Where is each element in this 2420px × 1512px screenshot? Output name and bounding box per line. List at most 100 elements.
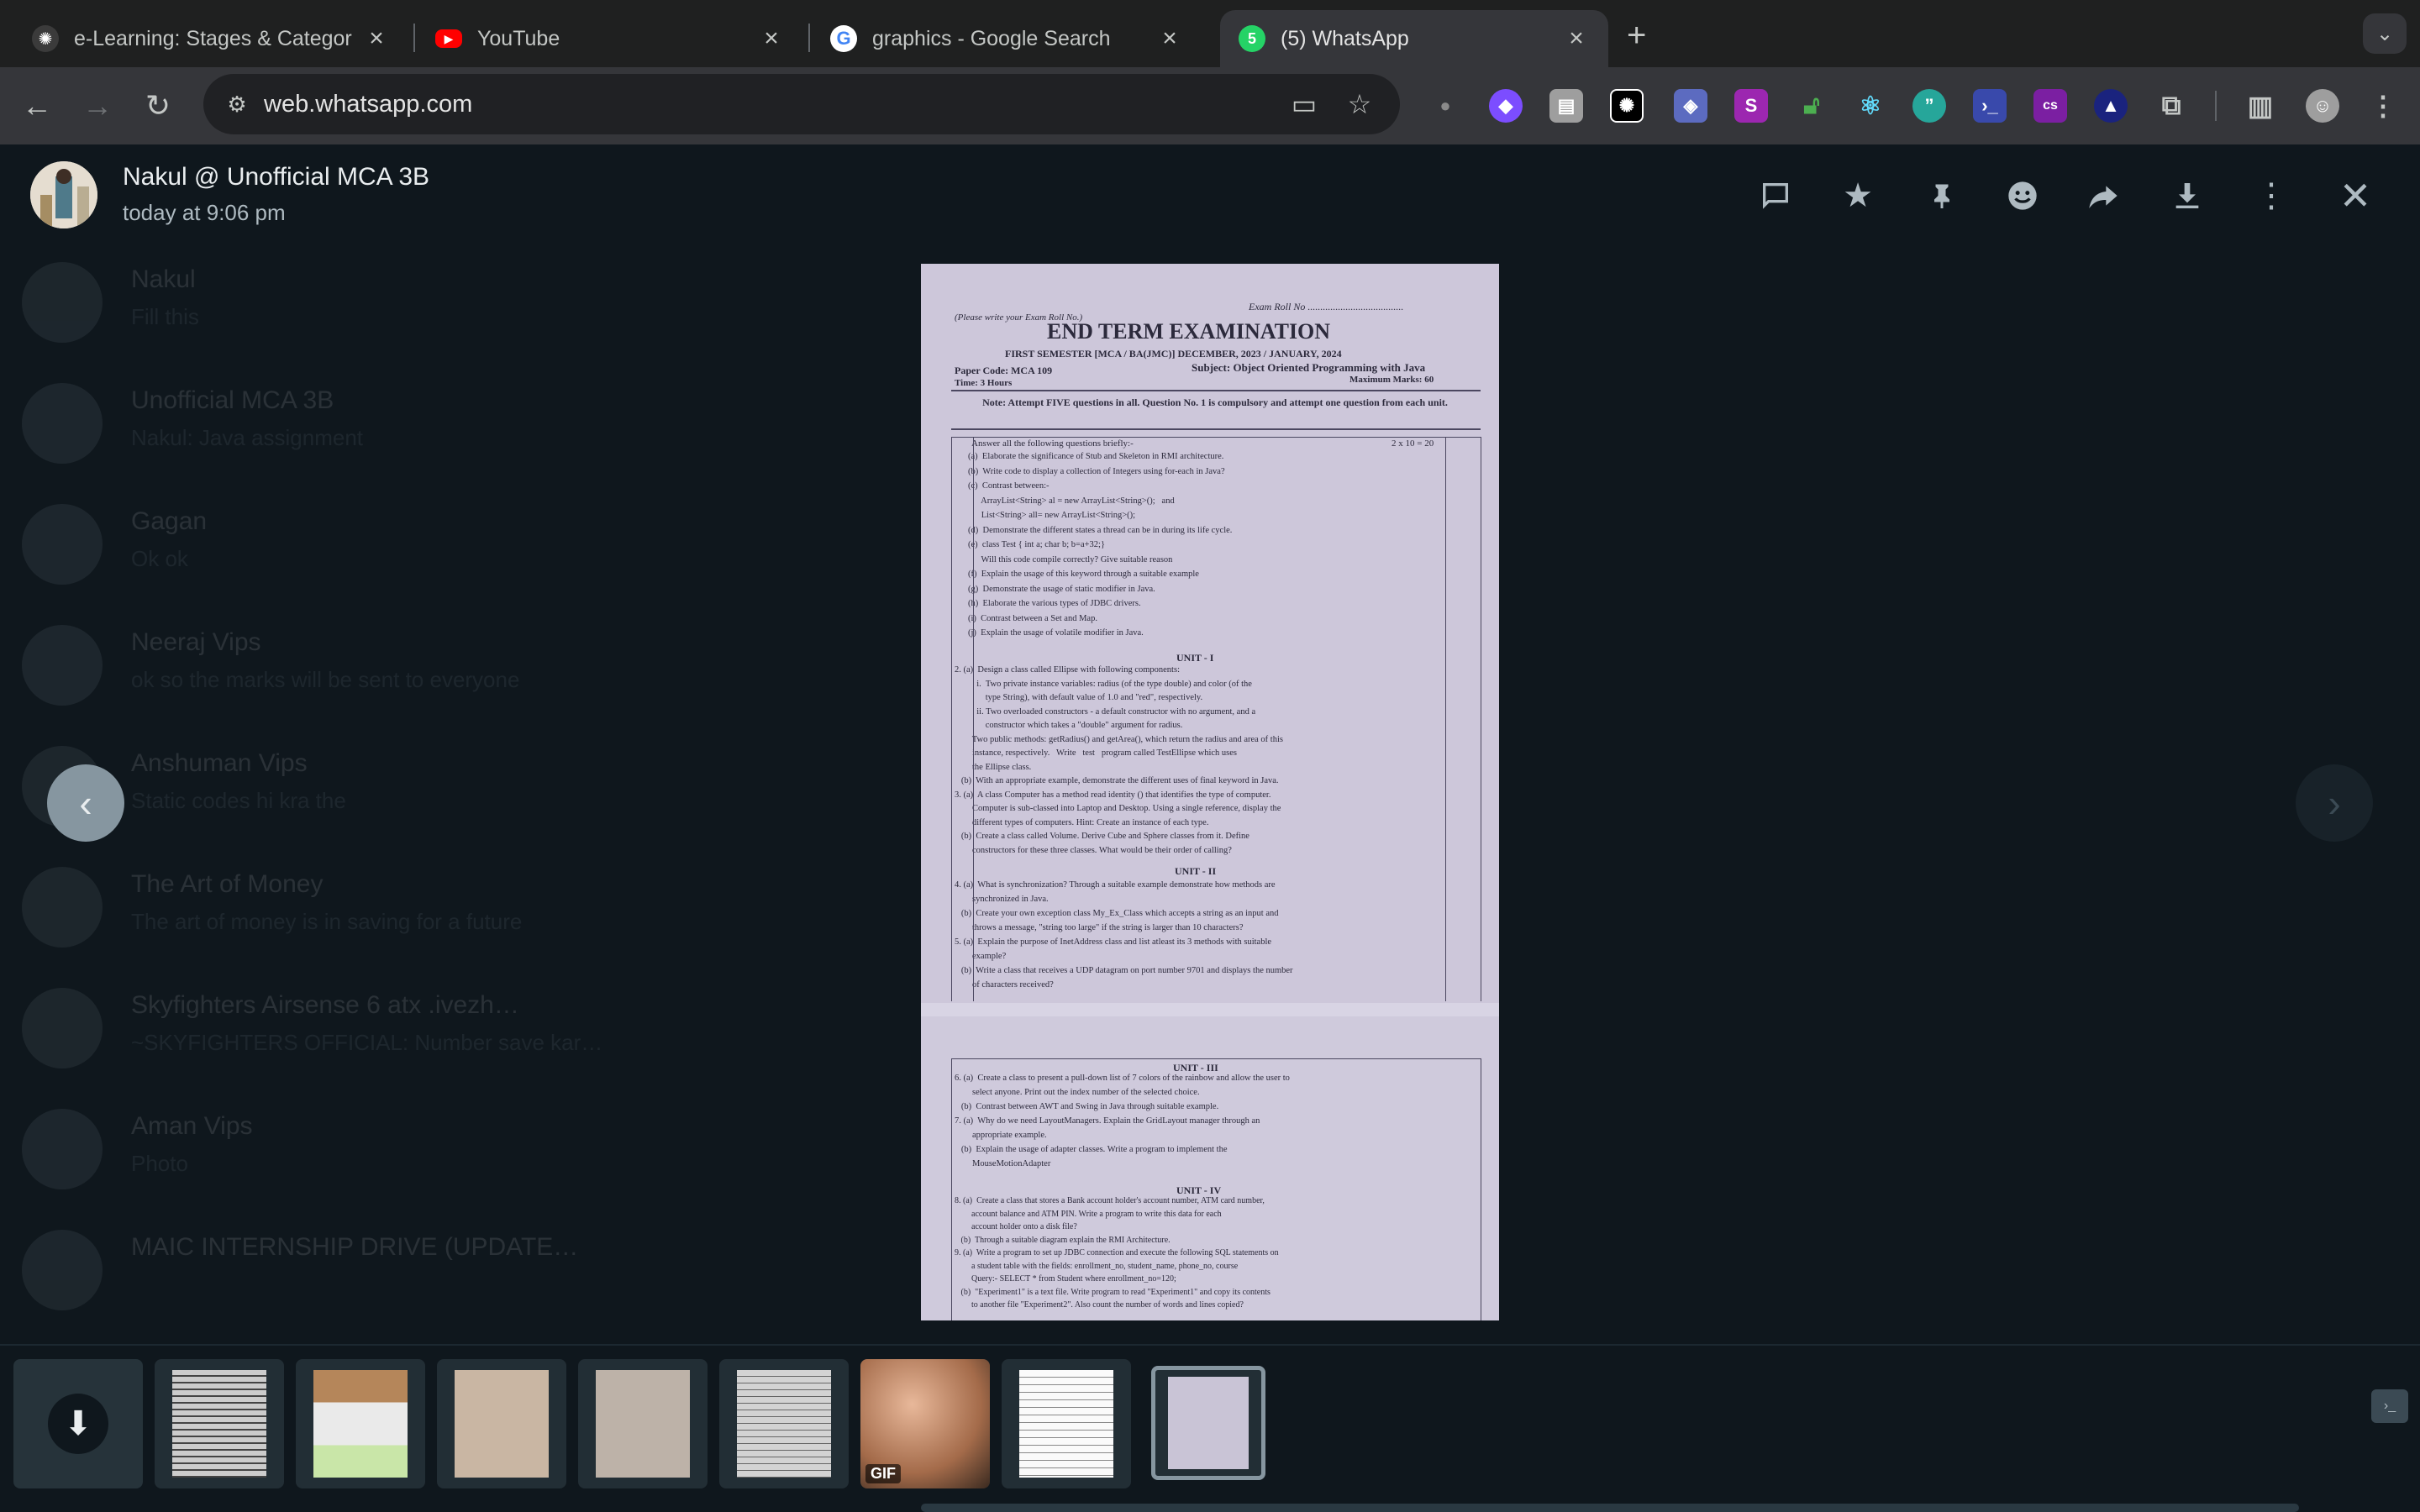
- thumbnail-notebook[interactable]: [578, 1359, 708, 1488]
- go-to-message-icon[interactable]: [1754, 175, 1797, 217]
- extension-lock-icon[interactable]: 🔓︎: [1795, 89, 1828, 123]
- chat-name: Neeraj Vips: [131, 628, 261, 656]
- background-chat-row: Aman Vips Photo: [22, 1100, 829, 1193]
- pin-icon[interactable]: [1921, 175, 1963, 217]
- tab-separator: [413, 24, 415, 52]
- exam-line: (b) With an appropriate example, demonst…: [955, 776, 1279, 785]
- avatar: [22, 867, 103, 948]
- thumbnail-document[interactable]: [1002, 1359, 1131, 1488]
- exam-line: 7. (a) Why do we need LayoutManagers. Ex…: [955, 1116, 1260, 1126]
- thumbnail-image: [455, 1370, 549, 1478]
- extension-quote-icon[interactable]: ”: [1912, 89, 1946, 123]
- extension-terminal-icon[interactable]: ›_: [1973, 89, 2007, 123]
- avatar: [22, 262, 103, 343]
- chat-name: Unofficial MCA 3B: [131, 386, 334, 414]
- thumbnail-image: [596, 1370, 690, 1478]
- thumbnail-exam-paper-selected[interactable]: [1151, 1366, 1265, 1480]
- emoji-react-icon[interactable]: [2002, 175, 2044, 217]
- chat-preview: Ok ok: [131, 546, 188, 571]
- star-icon[interactable]: ★: [1837, 175, 1879, 217]
- extension-s-icon[interactable]: S: [1734, 89, 1768, 123]
- tab-search-chevron-icon[interactable]: ⌄: [2363, 13, 2407, 54]
- forward-icon[interactable]: [2082, 175, 2124, 217]
- extension-cs-icon[interactable]: cs: [2033, 89, 2067, 123]
- extension-grey-icon[interactable]: ●: [1428, 89, 1462, 123]
- media-thumbnail-strip: ⬇ GIF ›_: [0, 1344, 2420, 1512]
- max-marks: Maximum Marks: 60: [1349, 375, 1434, 385]
- chat-name: Gagan: [131, 507, 208, 535]
- terminal-overlay-icon[interactable]: ›_: [2371, 1389, 2408, 1423]
- unit-3-heading: UNIT - III: [1173, 1062, 1218, 1074]
- download-arrow-icon: ⬇: [48, 1394, 108, 1454]
- thumbnail-gif[interactable]: GIF: [860, 1359, 990, 1488]
- thumbnail-chat-screenshot[interactable]: [296, 1359, 425, 1488]
- extension-notes-icon[interactable]: ▤: [1549, 89, 1583, 123]
- download-icon[interactable]: [2166, 175, 2208, 217]
- new-tab-button[interactable]: +: [1627, 17, 1646, 55]
- close-viewer-icon[interactable]: ✕: [2334, 174, 2376, 218]
- exam-time: Time: 3 Hours: [955, 378, 1013, 388]
- forward-arrow-icon[interactable]: →: [76, 84, 119, 128]
- exam-line: synchronized in Java.: [955, 895, 1049, 904]
- extension-react-icon[interactable]: ⚛: [1854, 89, 1887, 123]
- avatar: [22, 988, 103, 1068]
- tab-title: YouTube: [477, 26, 560, 50]
- thumbnail-scrollbar[interactable]: [921, 1504, 2299, 1512]
- background-chat-row: The Art of Money The art of money is in s…: [22, 858, 829, 951]
- extension-triangle-icon[interactable]: ▲: [2094, 89, 2128, 123]
- exam-title: END TERM EXAMINATION: [1047, 319, 1331, 344]
- exam-line: 5. (a) Explain the purpose of InetAddres…: [955, 937, 1272, 947]
- browser-menu-icon[interactable]: ⋮: [2366, 89, 2400, 123]
- exam-line: 2. (a) Design a class called Ellipse wit…: [955, 665, 1180, 675]
- close-icon[interactable]: ×: [758, 24, 785, 53]
- background-chat-row: Nakul Fill this: [22, 254, 829, 346]
- thumbnail-image: [737, 1370, 831, 1478]
- tab-google-search[interactable]: G graphics - Google Search ×: [812, 10, 1202, 67]
- chat-name: The Art of Money: [131, 870, 324, 898]
- site-info-icon[interactable]: ⚙: [222, 89, 252, 119]
- exam-line: Will this code compile correctly? Give s…: [968, 554, 1173, 564]
- chat-preview: Static codes hi kra the: [131, 788, 346, 813]
- exam-line: (b) Create a class called Volume. Derive…: [955, 832, 1249, 841]
- avatar: [22, 504, 103, 585]
- exam-line: (a) Elaborate the significance of Stub a…: [968, 452, 1224, 461]
- exam-line: different types of computers. Hint: Crea…: [955, 817, 1209, 827]
- close-icon[interactable]: ×: [363, 24, 390, 53]
- media-viewer: Nakul Fill this Unofficial MCA 3B Nakul: J…: [0, 144, 2420, 1512]
- exam-paper-photo: Exam Roll No ...........................…: [921, 264, 1499, 1320]
- chat-preview: Nakul: Java assignment: [131, 425, 364, 450]
- close-icon[interactable]: ×: [1156, 24, 1183, 53]
- thumbnail-document[interactable]: [155, 1359, 284, 1488]
- extension-badge-icon[interactable]: ◈: [1674, 89, 1707, 123]
- profile-avatar[interactable]: ☺: [2306, 89, 2339, 123]
- thumbnail-download[interactable]: ⬇: [13, 1359, 143, 1488]
- chat-preview: Photo: [131, 1151, 188, 1176]
- extensions-puzzle-icon[interactable]: ⧉: [2154, 89, 2188, 123]
- more-options-icon[interactable]: ⋮: [2250, 175, 2292, 217]
- extension-openai-icon[interactable]: ✺: [1610, 89, 1644, 123]
- back-arrow-icon[interactable]: ←: [15, 84, 59, 128]
- sender-avatar[interactable]: [30, 161, 97, 228]
- exam-line: i. Two private instance variables: radiu…: [955, 679, 1252, 689]
- exam-line: account balance and ATM PIN. Write a pro…: [955, 1209, 1222, 1219]
- exam-line: (c) Contrast between:-: [968, 481, 1050, 491]
- thumbnail-document[interactable]: [719, 1359, 849, 1488]
- previous-media-button[interactable]: ‹: [47, 764, 124, 842]
- exam-line: 3. (a) A class Computer has a method rea…: [955, 790, 1271, 800]
- thumbnail-notebook[interactable]: [437, 1359, 566, 1488]
- next-media-button[interactable]: ›: [2296, 764, 2373, 842]
- address-bar[interactable]: ⚙ web.whatsapp.com ▭ ☆: [203, 74, 1400, 134]
- close-icon[interactable]: ×: [1563, 24, 1590, 53]
- install-app-icon[interactable]: ▭: [1287, 87, 1321, 121]
- tab-whatsapp[interactable]: 5 (5) WhatsApp ×: [1220, 10, 1608, 67]
- paper-code: Paper Code: MCA 109: [955, 365, 1053, 376]
- tab-elearning[interactable]: ✺ e-Learning: Stages & Categor ×: [13, 10, 408, 67]
- exam-line: (f) Explain the usage of this keyword th…: [968, 570, 1199, 579]
- extension-purple-icon[interactable]: ◆: [1489, 89, 1523, 123]
- url-text[interactable]: web.whatsapp.com: [264, 91, 472, 118]
- tab-youtube[interactable]: ▶ YouTube ×: [417, 10, 803, 67]
- reload-icon[interactable]: ↻: [136, 84, 180, 128]
- bookmark-star-icon[interactable]: ☆: [1343, 87, 1376, 121]
- side-panel-icon[interactable]: ▥: [2244, 89, 2277, 123]
- thumbnail-image: [313, 1370, 408, 1478]
